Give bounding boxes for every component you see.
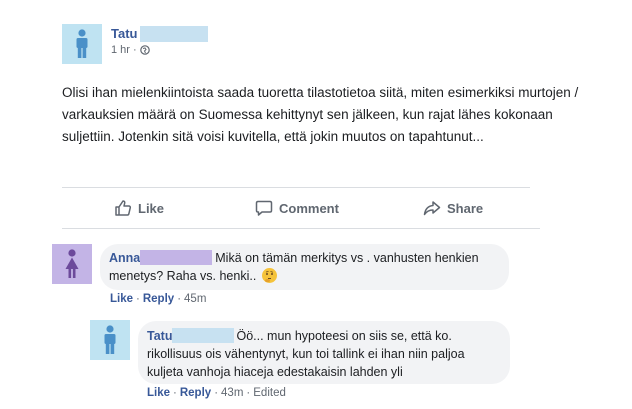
redacted-surname (140, 250, 213, 265)
comment-actions: Like · Reply · 45m (110, 293, 206, 305)
share-arrow-icon (423, 201, 441, 216)
male-user-icon (104, 325, 116, 354)
reply-avatar[interactable] (90, 320, 130, 360)
comment-author-name[interactable]: Anna (109, 251, 140, 265)
thumbs-up-icon (115, 200, 132, 216)
share-label: Share (447, 200, 484, 216)
thinking-face-icon (261, 268, 277, 283)
male-user-icon (76, 29, 88, 58)
female-user-icon (65, 249, 79, 278)
reply-author-name[interactable]: Tatu (147, 329, 172, 343)
comment-button[interactable]: Comment (255, 197, 339, 219)
comment-like-link[interactable]: Like (110, 293, 133, 305)
comment-timestamp[interactable]: 45m (184, 293, 206, 305)
post-divider (62, 187, 530, 188)
meta-separator: · (173, 387, 177, 399)
comment-label: Comment (279, 200, 339, 216)
post-text: Olisi ihan mielenkiintoista saada tuoret… (62, 85, 579, 144)
like-label: Like (138, 200, 165, 216)
comment-avatar[interactable] (52, 244, 92, 284)
meta-separator: · (246, 387, 251, 399)
comment-bubble: Anna Mikä on tämän merkitys vs . vanhuste… (100, 244, 509, 290)
meta-separator: · (177, 293, 182, 305)
reply-timestamp[interactable]: 43m (221, 387, 243, 399)
actions-divider (62, 228, 540, 229)
reply-like-link[interactable]: Like (147, 387, 170, 399)
facebook-post: Tatu 1 hr · Olisi ihan mielenkiintoista … (0, 0, 632, 409)
comment-bubble-icon (255, 200, 273, 216)
meta-separator: · (136, 293, 140, 305)
share-button[interactable]: Share (423, 197, 483, 219)
comment-reply-link[interactable]: Reply (143, 293, 174, 305)
reply-actions: Like · Reply · 43m · Edited (147, 387, 286, 399)
globe-icon[interactable] (139, 45, 150, 55)
post-meta: 1 hr · (111, 44, 150, 56)
edited-label[interactable]: Edited (253, 387, 286, 399)
post-timestamp[interactable]: 1 hr (111, 44, 130, 56)
like-button[interactable]: Like (114, 197, 164, 219)
post-author-name[interactable]: Tatu (111, 26, 137, 41)
meta-separator: · (132, 44, 137, 56)
reply-reply-link[interactable]: Reply (180, 387, 211, 399)
redacted-surname (140, 26, 208, 42)
meta-separator: · (214, 387, 219, 399)
author-avatar[interactable] (62, 24, 102, 64)
reply-bubble: Tatu Öö... mun hypoteesi on siis se, että… (138, 321, 510, 384)
redacted-surname (172, 328, 235, 343)
